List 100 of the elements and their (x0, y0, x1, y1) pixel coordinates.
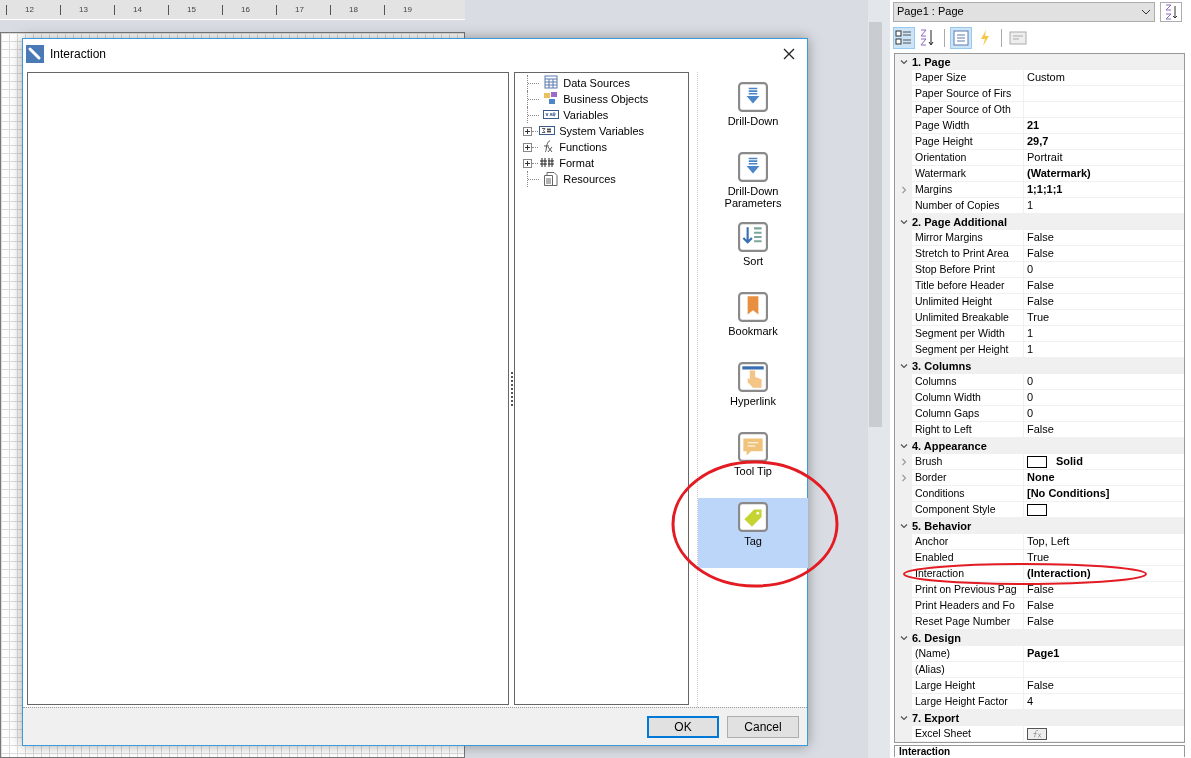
expand-icon[interactable] (523, 126, 533, 136)
property-name[interactable]: Conditions (912, 486, 1024, 502)
property-value[interactable]: False (1027, 677, 1054, 694)
value-cell[interactable]: Solid (1024, 454, 1184, 470)
property-value[interactable]: Portrait (1027, 149, 1063, 166)
interaction-action-button[interactable]: Sort (698, 218, 808, 288)
value-cell[interactable]: True (1024, 550, 1184, 566)
value-cell[interactable]: False (1024, 278, 1184, 294)
interaction-action-button[interactable]: Drill-Down (698, 78, 808, 148)
property-value[interactable]: Top, Left (1027, 533, 1070, 550)
interaction-action-button[interactable]: Hyperlink (698, 358, 808, 428)
value-cell[interactable]: False (1024, 598, 1184, 614)
category-header[interactable]: 6. Design (912, 629, 961, 647)
property-name[interactable]: Large Height Factor (912, 694, 1024, 710)
property-name[interactable]: Column Gaps (912, 406, 1024, 422)
property-value[interactable]: 0 (1027, 373, 1034, 390)
value-cell[interactable] (1024, 102, 1184, 118)
property-value[interactable]: 21 (1027, 117, 1040, 134)
sort-az-button[interactable] (1160, 1, 1182, 22)
value-cell[interactable]: False (1024, 246, 1184, 262)
property-value[interactable]: True (1027, 549, 1050, 566)
property-name[interactable]: Stretch to Print Area (912, 246, 1024, 262)
category-header[interactable]: 1. Page (912, 53, 951, 71)
chevron-down-icon[interactable] (899, 362, 908, 370)
value-cell[interactable]: 1 (1024, 326, 1184, 342)
value-cell[interactable]: True (1024, 310, 1184, 326)
property-value[interactable]: 1 (1027, 341, 1034, 358)
property-value[interactable]: 1;1;1;1 (1027, 181, 1063, 198)
property-name[interactable]: Paper Source of Firs (912, 86, 1024, 102)
interaction-action-button[interactable]: Tag (698, 498, 808, 568)
property-name[interactable]: Stop Before Print (912, 262, 1024, 278)
property-name[interactable]: Segment per Height (912, 342, 1024, 358)
property-name[interactable]: Columns (912, 374, 1024, 390)
category-header[interactable]: 3. Columns (912, 357, 972, 375)
property-value[interactable]: (Interaction) (1027, 565, 1091, 582)
tree-item[interactable]: Functions (559, 138, 607, 156)
property-name[interactable]: Column Width (912, 390, 1024, 406)
scrollbar[interactable] (869, 22, 882, 427)
tree-item[interactable]: Variables (563, 106, 609, 124)
value-cell[interactable]: False (1024, 230, 1184, 246)
property-name[interactable]: (Name) (912, 646, 1024, 662)
property-value[interactable]: False (1027, 581, 1054, 598)
category-header[interactable]: 4. Appearance (912, 437, 987, 455)
chevron-down-icon[interactable] (899, 522, 908, 530)
property-name[interactable]: Paper Source of Oth (912, 102, 1024, 118)
value-cell[interactable]: 1 (1024, 198, 1184, 214)
property-name[interactable]: Paper Size (912, 70, 1024, 86)
value-cell[interactable]: False (1024, 294, 1184, 310)
category-header[interactable]: 7. Export (912, 709, 960, 727)
chevron-down-icon[interactable] (899, 442, 908, 450)
property-name[interactable]: Enabled (912, 550, 1024, 566)
property-value[interactable]: 1 (1027, 197, 1034, 214)
chevron-down-icon[interactable] (899, 58, 908, 66)
property-name[interactable]: Component Style (912, 502, 1024, 518)
expand-icon[interactable] (523, 158, 533, 168)
property-name[interactable]: Excel Sheet (912, 726, 1024, 742)
tree-item[interactable]: Resources (563, 170, 616, 188)
ok-button[interactable]: OK (647, 715, 719, 738)
property-name[interactable]: Print on Previous Pag (912, 582, 1024, 598)
property-name[interactable]: Large Height (912, 678, 1024, 694)
value-cell[interactable]: 0 (1024, 406, 1184, 422)
value-cell[interactable]: 4 (1024, 694, 1184, 710)
property-value[interactable]: 0 (1027, 389, 1034, 406)
chevron-down-icon[interactable] (899, 218, 908, 226)
value-cell[interactable]: 21 (1024, 118, 1184, 134)
property-value[interactable]: (Watermark) (1027, 165, 1091, 182)
color-swatch[interactable] (1027, 503, 1047, 516)
property-name[interactable]: Number of Copies (912, 198, 1024, 214)
property-value[interactable]: False (1027, 613, 1054, 630)
value-cell[interactable] (1024, 502, 1184, 518)
value-cell[interactable] (1024, 662, 1184, 678)
object-dropdown[interactable]: Page1 : Page (893, 1, 1155, 22)
interaction-action-button[interactable]: Bookmark (698, 288, 808, 358)
tree-item[interactable]: Format (559, 154, 595, 172)
property-name[interactable]: Watermark (912, 166, 1024, 182)
value-cell[interactable]: Top, Left (1024, 534, 1184, 550)
category-header[interactable]: 5. Behavior (912, 517, 972, 535)
value-cell[interactable]: (Watermark) (1024, 166, 1184, 182)
property-value[interactable]: True (1027, 309, 1050, 326)
property-value[interactable]: Solid (1056, 453, 1083, 470)
value-cell[interactable]: Custom (1024, 70, 1184, 86)
property-name[interactable]: Title before Header (912, 278, 1024, 294)
property-value[interactable]: False (1027, 597, 1054, 614)
property-name[interactable]: Unlimited Height (912, 294, 1024, 310)
property-value[interactable]: False (1027, 229, 1054, 246)
property-name[interactable]: Mirror Margins (912, 230, 1024, 246)
property-value[interactable]: 0 (1027, 405, 1034, 422)
property-name[interactable]: Print Headers and Fo (912, 598, 1024, 614)
categorized-button[interactable] (893, 27, 915, 49)
property-name[interactable]: Segment per Width (912, 326, 1024, 342)
tree-item[interactable]: Business Objects (563, 90, 649, 108)
tree-item[interactable]: Data Sources (563, 74, 630, 92)
value-cell[interactable]: [No Conditions] (1024, 486, 1184, 502)
cancel-button[interactable]: Cancel (727, 715, 799, 738)
property-value[interactable]: 0 (1027, 261, 1034, 278)
value-cell[interactable] (1024, 726, 1184, 742)
formula-button[interactable] (1027, 727, 1047, 740)
property-value[interactable]: Custom (1027, 69, 1065, 86)
property-name[interactable]: Reset Page Number (912, 614, 1024, 630)
value-cell[interactable] (1024, 86, 1184, 102)
